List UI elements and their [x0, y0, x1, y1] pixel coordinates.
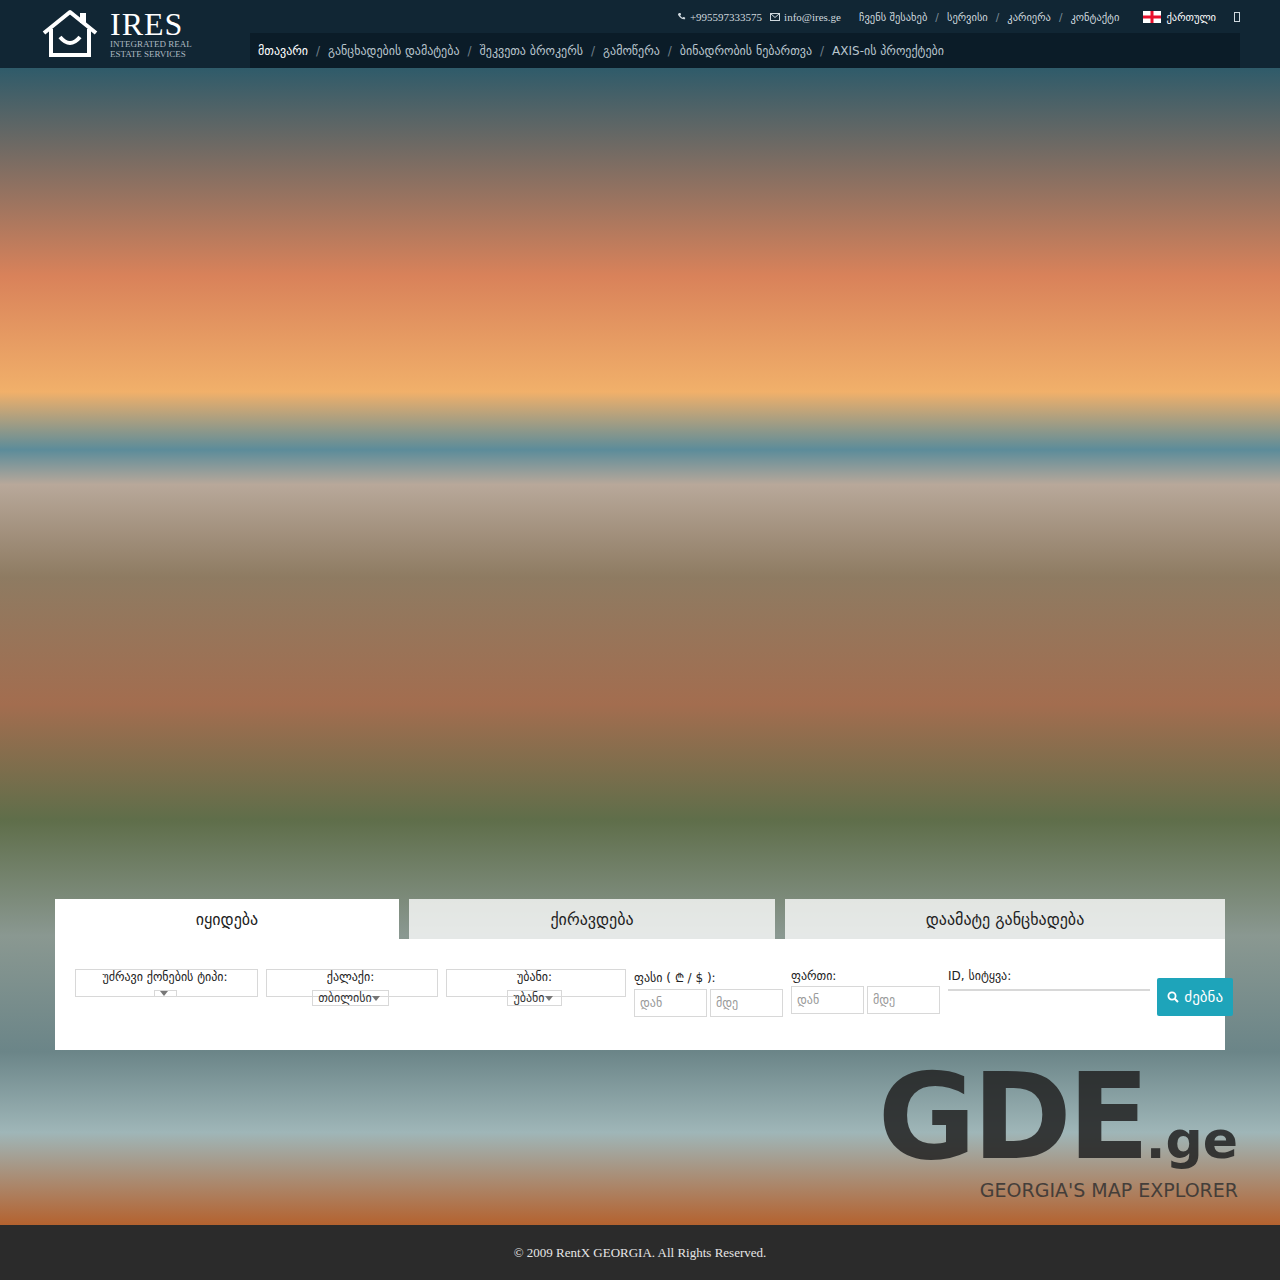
language-switch[interactable]: ქართული — [1143, 11, 1216, 23]
range-from-input[interactable]: დან — [634, 989, 707, 1017]
search-tab[interactable]: ქირავდება — [409, 899, 775, 939]
search-field: ფართი: დან მდე — [791, 969, 940, 1014]
separator: / — [468, 44, 472, 58]
nav-item[interactable]: მთავარი — [258, 44, 308, 58]
hero-image: იყიდებაქირავდებადაამატე განცხადება უძრავ… — [0, 68, 1280, 1225]
footer: © 2009 RentX GEORGIA. All Rights Reserve… — [0, 1225, 1280, 1280]
copyright: © 2009 RentX GEORGIA. All Rights Reserve… — [514, 1245, 767, 1261]
logo-subtitle: ESTATE SERVICES — [110, 49, 192, 59]
menu-caret-icon[interactable] — [1234, 12, 1240, 22]
search-button[interactable]: ძებნა — [1157, 978, 1233, 1016]
nav-item[interactable]: შეკვეთა ბროკერს — [480, 44, 583, 58]
contact-item[interactable]: +995597333575 — [677, 11, 762, 23]
field-label: ფასი ( ₾ / $ ): — [634, 969, 783, 986]
range-to-input[interactable]: მდე — [867, 986, 940, 1014]
top-link[interactable]: კონტაქტი — [1070, 11, 1119, 23]
search-tab[interactable]: იყიდება — [55, 899, 399, 939]
search-icon — [1167, 991, 1179, 1003]
header: IRES INTEGRATED REALESTATE SERVICES +995… — [0, 0, 1280, 68]
top-bar: +995597333575 info@ires.ge ჩვენს შესახებ… — [250, 0, 1240, 33]
nav-item[interactable]: განცხადების დამატება — [328, 44, 460, 58]
nav-item[interactable]: ბინადრობის ნებართვა — [680, 44, 812, 58]
range-to-input[interactable]: მდე — [710, 989, 783, 1017]
search-field: უბანი: უბანი — [446, 969, 626, 997]
watermark: GDE.ge GEORGIA'S MAP EXPLORER — [878, 1057, 1238, 1201]
field-label: ქალაქი: — [327, 970, 375, 984]
separator: / — [316, 44, 320, 58]
logo-subtitle: INTEGRATED REAL — [110, 39, 192, 49]
select-box[interactable]: უბანი — [507, 990, 561, 1006]
search-field: ID, სიტყვა: — [948, 969, 1150, 991]
search-form: უძრავი ქონების ტიპი: ქალაქი: თბილისი უბა… — [55, 939, 1225, 1050]
search-tabs: იყიდებაქირავდებადაამატე განცხადება — [55, 899, 1225, 939]
dropdown-arrow-icon — [160, 991, 168, 996]
separator: / — [1059, 11, 1063, 23]
field-label: უძრავი ქონების ტიპი: — [102, 970, 227, 984]
logo[interactable]: IRES INTEGRATED REALESTATE SERVICES — [40, 0, 250, 68]
separator: / — [668, 44, 672, 58]
georgia-flag-icon — [1143, 11, 1161, 23]
main-nav: მთავარი / განცხადების დამატება / შეკვეთა ბ… — [250, 33, 1240, 68]
keyword-input[interactable] — [948, 989, 1150, 991]
top-link[interactable]: ჩვენს შესახებ — [859, 11, 927, 23]
field-label: უბანი: — [517, 970, 552, 984]
top-link[interactable]: კარიერა — [1007, 11, 1051, 23]
envelope-icon — [770, 13, 780, 21]
search-field: ქალაქი: თბილისი — [266, 969, 438, 997]
search-tab[interactable]: დაამატე განცხადება — [785, 899, 1225, 939]
logo-title: IRES — [110, 9, 192, 39]
search-field: უძრავი ქონების ტიპი: — [75, 969, 258, 997]
top-link[interactable]: სერვისი — [947, 11, 988, 23]
contact-item[interactable]: info@ires.ge — [770, 11, 841, 23]
select-box[interactable] — [154, 990, 177, 997]
field-label: ID, სიტყვა: — [948, 969, 1150, 983]
select-box[interactable]: თბილისი — [312, 990, 389, 1006]
nav-item[interactable]: AXIS-ის პროექტები — [832, 44, 944, 58]
nav-item[interactable]: გამოწერა — [603, 44, 660, 58]
range-from-input[interactable]: დან — [791, 986, 864, 1014]
search-field: ფასი ( ₾ / $ ): დან მდე — [634, 969, 783, 1017]
field-label: ფართი: — [791, 969, 940, 983]
separator: / — [591, 44, 595, 58]
separator: / — [935, 11, 939, 23]
separator: / — [996, 11, 1000, 23]
phone-icon — [677, 12, 686, 21]
separator: / — [820, 44, 824, 58]
page: IRES INTEGRATED REALESTATE SERVICES +995… — [0, 0, 1280, 1280]
search-panel: იყიდებაქირავდებადაამატე განცხადება უძრავ… — [55, 899, 1225, 1050]
dropdown-arrow-icon — [545, 996, 553, 1001]
dropdown-arrow-icon — [372, 996, 380, 1001]
house-logo-icon — [40, 7, 100, 61]
